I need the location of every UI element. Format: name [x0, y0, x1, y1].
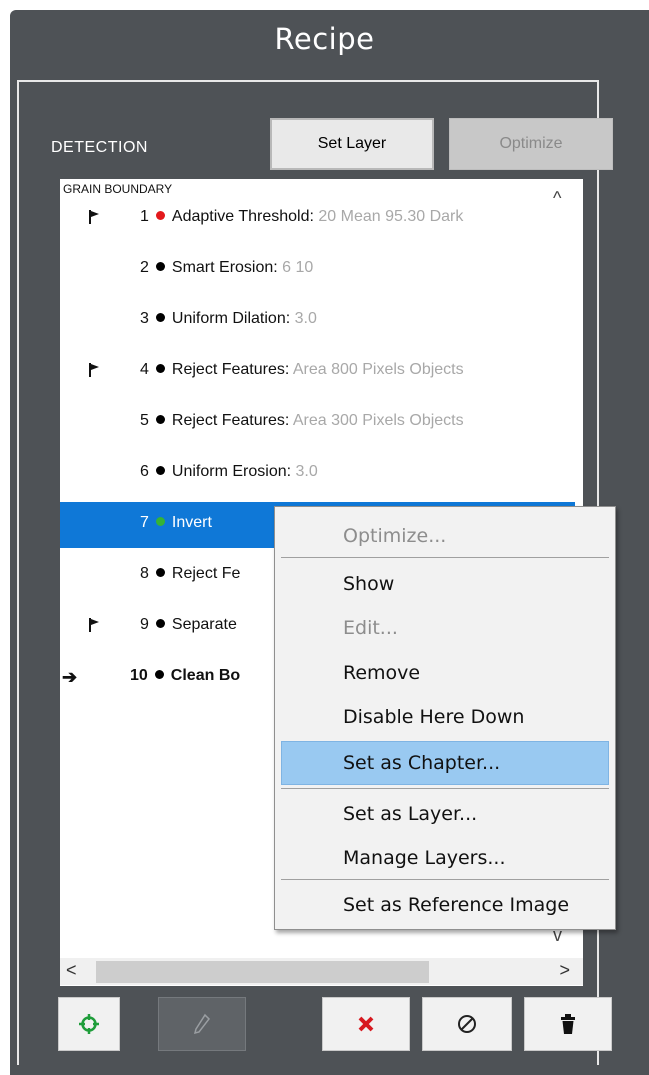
delete-x-icon — [358, 1016, 374, 1032]
step-content: 5 Reject Features: Area 300 Pixels Object… — [140, 412, 464, 430]
status-dot-icon — [155, 415, 165, 424]
menu-item-show[interactable]: Show — [275, 563, 615, 607]
scroll-thumb[interactable] — [96, 961, 429, 983]
flag-icon — [89, 363, 99, 377]
status-dot-icon — [154, 670, 164, 679]
step-content: 8 Reject Fe — [140, 565, 240, 583]
menu-item-manage-layers[interactable]: Manage Layers... — [275, 837, 615, 881]
trash-icon — [561, 1014, 575, 1034]
context-menu: Optimize... Show Edit... Remove Disable … — [274, 506, 616, 930]
step-params: 6 10 — [277, 259, 314, 276]
status-dot-icon — [155, 517, 165, 526]
menu-item-optimize[interactable]: Optimize... — [275, 515, 615, 559]
status-dot-icon — [155, 313, 165, 322]
trash-button[interactable] — [524, 997, 612, 1051]
edit-button[interactable] — [158, 997, 246, 1051]
disable-step-button[interactable] — [422, 997, 512, 1051]
recipe-step-row[interactable]: 4 Reject Features: Area 800 Pixels Object… — [60, 349, 575, 395]
step-number: 10 — [130, 667, 148, 684]
menu-item-disable-here-down[interactable]: Disable Here Down — [275, 696, 615, 740]
group-header: GRAIN BOUNDARY — [63, 182, 173, 196]
step-name: Smart Erosion: — [171, 259, 278, 276]
detection-label: DETECTION — [51, 139, 148, 156]
step-params: Area 800 Pixels Objects — [289, 361, 464, 378]
step-content: 2 Smart Erosion: 6 10 — [140, 259, 313, 277]
step-params: 3.0 — [291, 463, 318, 480]
step-number: 4 — [140, 361, 149, 378]
step-content: 3 Uniform Dilation: 3.0 — [140, 310, 317, 328]
menu-item-set-as-reference-image[interactable]: Set as Reference Image — [275, 884, 615, 928]
status-dot-icon — [155, 262, 165, 271]
menu-item-remove[interactable]: Remove — [275, 652, 615, 696]
status-dot-icon — [155, 568, 165, 577]
recipe-step-row[interactable]: 2 Smart Erosion: 6 10 — [60, 247, 575, 293]
menu-separator — [281, 879, 609, 880]
pencil-icon — [193, 1013, 210, 1035]
recipe-step-row[interactable]: 5 Reject Features: Area 300 Pixels Object… — [60, 400, 575, 446]
step-name: Uniform Erosion: — [171, 463, 292, 480]
step-name: Adaptive Threshold: — [171, 208, 314, 225]
panel-title: Recipe — [274, 22, 375, 56]
detect-button[interactable] — [58, 997, 120, 1051]
crosshair-icon — [79, 1014, 99, 1034]
step-content: 10 Clean Bo — [130, 667, 240, 685]
step-content: 9 Separate — [140, 616, 237, 634]
step-number: 3 — [140, 310, 149, 327]
horizontal-scrollbar[interactable]: < > — [60, 958, 583, 985]
status-dot-icon — [155, 364, 165, 373]
recipe-step-row[interactable]: 3 Uniform Dilation: 3.0 — [60, 298, 575, 344]
step-name: Invert — [171, 514, 212, 531]
menu-separator — [281, 788, 609, 789]
step-name: Separate — [171, 616, 237, 633]
scroll-right-icon[interactable]: > — [559, 960, 570, 981]
step-number: 7 — [140, 514, 149, 531]
step-content: 1 Adaptive Threshold: 20 Mean 95.30 Dark — [140, 208, 463, 226]
step-name: Reject Fe — [171, 565, 241, 582]
menu-item-set-as-layer[interactable]: Set as Layer... — [275, 793, 615, 837]
step-number: 8 — [140, 565, 149, 582]
scroll-up-icon[interactable]: ^ — [553, 188, 561, 209]
step-content: 7 Invert — [140, 514, 212, 532]
status-dot-icon — [155, 466, 165, 475]
flag-icon — [89, 618, 99, 632]
step-name: Reject Features: — [171, 361, 290, 378]
recipe-step-row[interactable]: 1 Adaptive Threshold: 20 Mean 95.30 Dark — [60, 196, 575, 242]
step-params: 3.0 — [290, 310, 317, 327]
current-step-arrow-icon: ➔ — [62, 667, 78, 687]
status-dot-icon — [155, 211, 165, 220]
set-layer-button[interactable]: Set Layer — [270, 118, 434, 170]
status-dot-icon — [155, 619, 165, 628]
disable-icon — [458, 1015, 476, 1033]
step-number: 1 — [140, 208, 149, 225]
menu-item-edit[interactable]: Edit... — [275, 607, 615, 651]
step-content: 6 Uniform Erosion: 3.0 — [140, 463, 318, 481]
delete-step-button[interactable] — [322, 997, 410, 1051]
menu-separator — [281, 557, 609, 558]
step-content: 4 Reject Features: Area 800 Pixels Object… — [140, 361, 464, 379]
step-name: Uniform Dilation: — [171, 310, 291, 327]
recipe-step-row[interactable]: 6 Uniform Erosion: 3.0 — [60, 451, 575, 497]
step-params: Area 300 Pixels Objects — [289, 412, 464, 429]
step-name: Reject Features: — [171, 412, 290, 429]
step-number: 5 — [140, 412, 149, 429]
menu-item-set-as-chapter[interactable]: Set as Chapter... — [281, 741, 609, 785]
step-name: Clean Bo — [170, 667, 241, 684]
scroll-left-icon[interactable]: < — [66, 960, 77, 981]
optimize-button[interactable]: Optimize — [449, 118, 613, 170]
step-params: 20 Mean 95.30 Dark — [313, 208, 464, 225]
step-number: 6 — [140, 463, 149, 480]
step-number: 2 — [140, 259, 149, 276]
flag-icon — [89, 210, 99, 224]
step-number: 9 — [140, 616, 149, 633]
